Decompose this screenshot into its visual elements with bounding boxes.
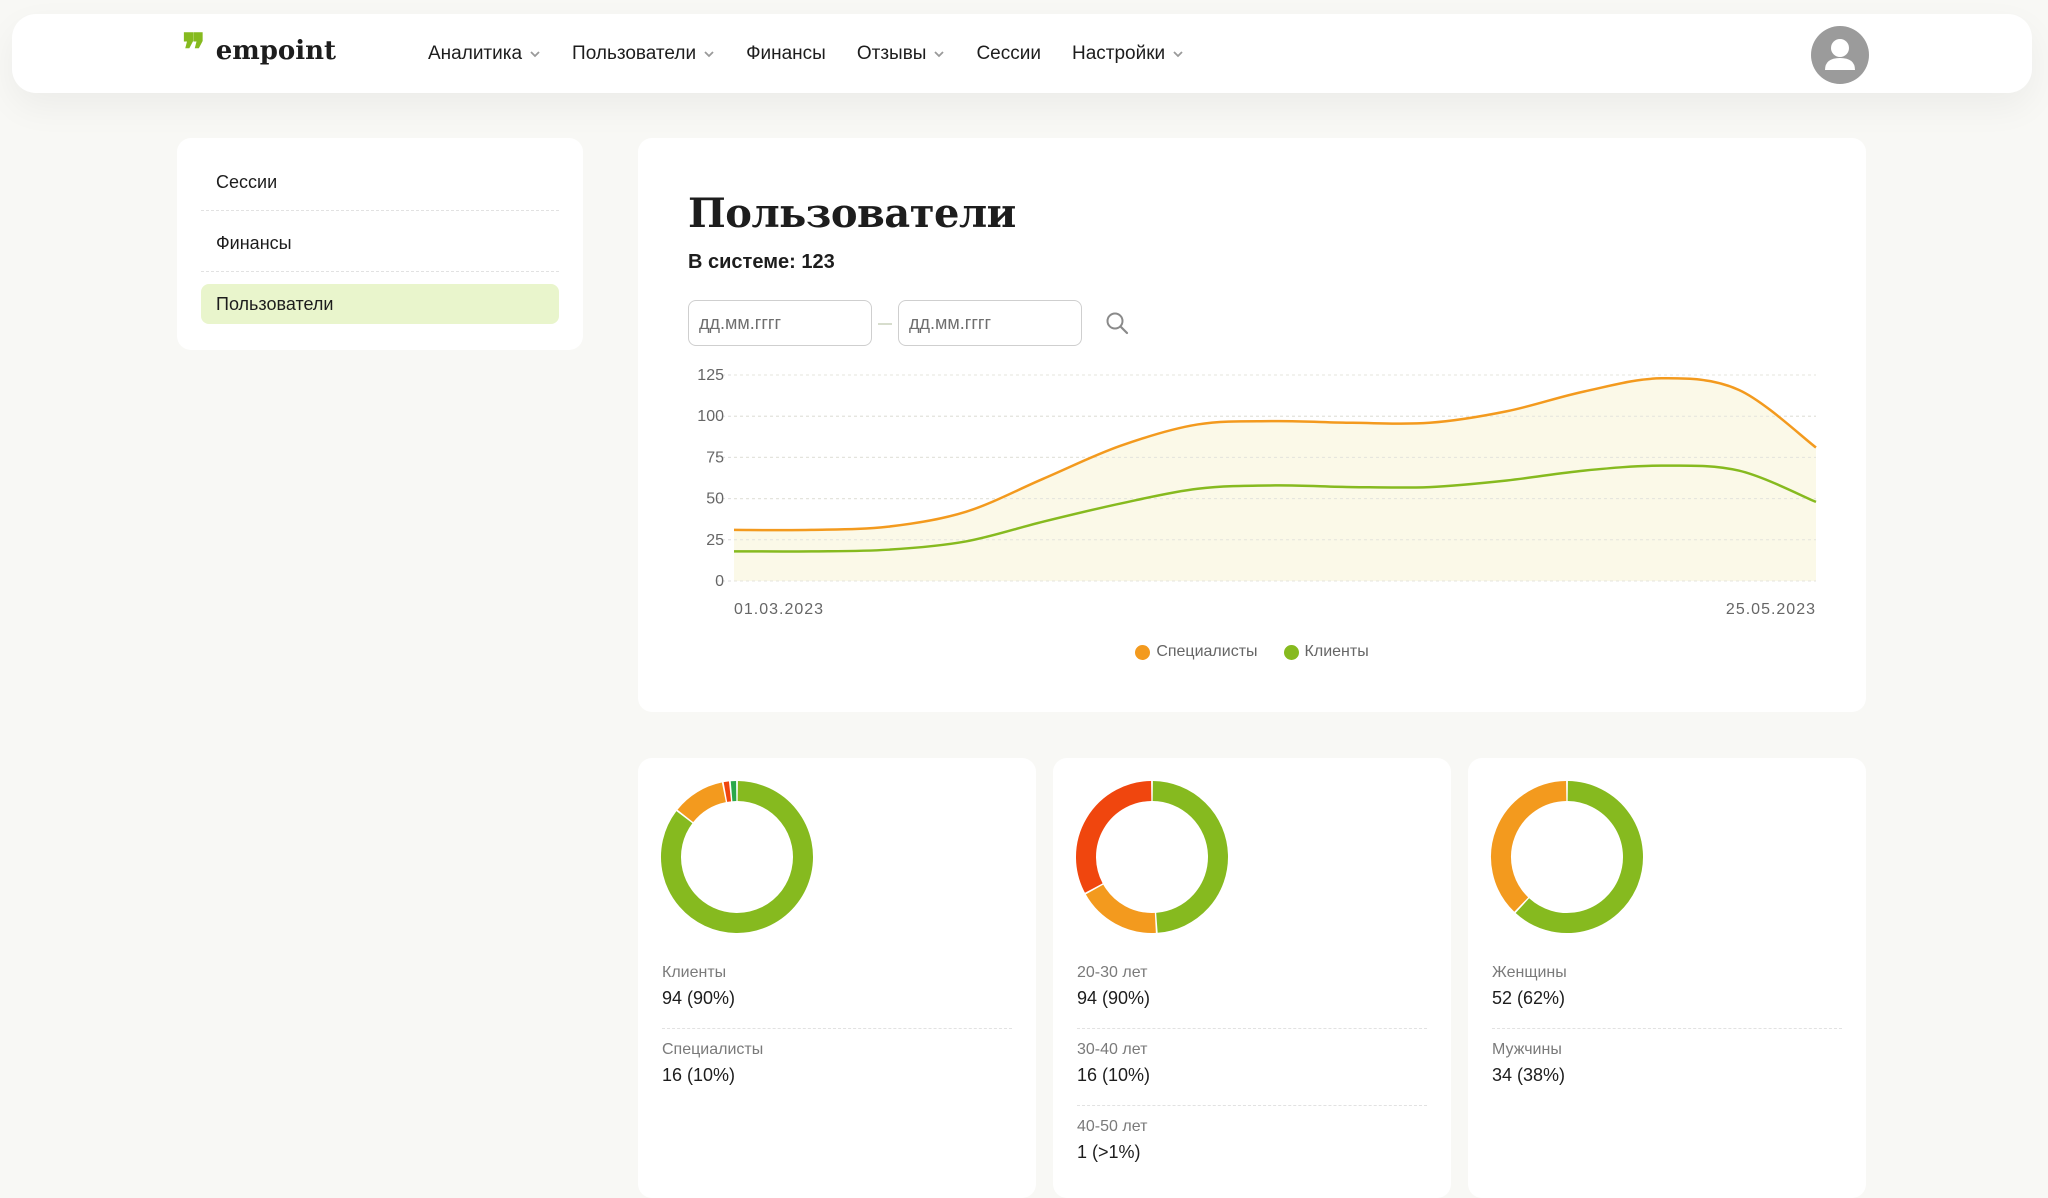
chevron-down-icon [933, 48, 945, 60]
donut-chart [1075, 780, 1229, 934]
area-fill [734, 378, 1816, 581]
logo-text: empoint [216, 36, 336, 66]
nav-item-label: Настройки [1072, 43, 1165, 65]
sidebar: Сессии Финансы Пользователи [177, 138, 583, 350]
legend-item-specialists[interactable]: Специалисты [1135, 643, 1257, 661]
nav-item-analytics[interactable]: Аналитика [428, 43, 541, 65]
divider [1492, 1028, 1842, 1029]
user-avatar-icon [1811, 26, 1869, 84]
system-user-count: В системе: 123 [688, 251, 835, 274]
stat-label: Мужчины [1492, 1041, 1842, 1063]
donut-segment [1153, 791, 1218, 923]
stat-value: 94 (90%) [662, 988, 1012, 1009]
stat-card-age: 20-30 лет 94 (90%) 30-40 лет 16 (10%) 40… [1053, 758, 1451, 1198]
donut-segment [685, 792, 724, 816]
page-title: Пользователи [688, 190, 1016, 237]
stat-value: 34 (38%) [1492, 1065, 1842, 1086]
donut-segment [1522, 791, 1633, 923]
stat-value: 16 (10%) [662, 1065, 1012, 1086]
chevron-down-icon [703, 48, 715, 60]
stat-item: Мужчины 34 (38%) [1492, 1041, 1842, 1086]
date-range-dash [878, 323, 892, 325]
legend-dot-green [1284, 645, 1299, 660]
stat-label: Клиенты [662, 964, 1012, 986]
stat-value: 94 (90%) [1077, 988, 1427, 1009]
donut-chart [1490, 780, 1644, 934]
logo-quote-icon: ❞ [182, 36, 202, 66]
stat-label: 30-40 лет [1077, 1041, 1427, 1063]
main-nav: Аналитика Пользователи Финансы Отзывы Се… [428, 14, 1215, 93]
legend-dot-orange [1135, 645, 1150, 660]
nav-item-sessions[interactable]: Сессии [976, 43, 1041, 65]
donut-chart [660, 780, 814, 934]
nav-item-label: Пользователи [572, 43, 696, 65]
stat-item: Специалисты 16 (10%) [662, 1041, 1012, 1086]
stat-card-gender: Женщины 52 (62%) Мужчины 34 (38%) [1468, 758, 1866, 1198]
nav-item-label: Отзывы [857, 43, 927, 65]
x-tick-label: 01.03.2023 [734, 601, 824, 618]
nav-item-label: Аналитика [428, 43, 522, 65]
date-from-input[interactable] [688, 300, 872, 346]
users-line-chart: 0 25 50 75 100 125 01.03.2023 25.05.2023 [638, 358, 1866, 638]
chart-legend: Специалисты Клиенты [638, 643, 1866, 661]
x-tick-label: 25.05.2023 [1726, 601, 1816, 618]
nav-item-reviews[interactable]: Отзывы [857, 43, 946, 65]
chevron-down-icon [1172, 48, 1184, 60]
nav-item-settings[interactable]: Настройки [1072, 43, 1184, 65]
y-tick-label: 25 [706, 532, 724, 549]
search-icon[interactable] [1104, 310, 1130, 336]
legend-label: Специалисты [1156, 643, 1257, 661]
stat-label: Специалисты [662, 1041, 1012, 1063]
divider [662, 1028, 1012, 1029]
users-chart-card: Пользователи В системе: 123 0 25 50 75 100 12… [638, 138, 1866, 712]
stat-item: 20-30 лет 94 (90%) [1077, 964, 1427, 1009]
y-tick-label: 125 [697, 367, 724, 384]
nav-item-users[interactable]: Пользователи [572, 43, 715, 65]
stat-item: 30-40 лет 16 (10%) [1077, 1041, 1427, 1086]
stat-label: 40-50 лет [1077, 1118, 1427, 1140]
chevron-down-icon [529, 48, 541, 60]
donut-segment [1095, 889, 1156, 923]
nav-item-label: Сессии [976, 43, 1041, 65]
legend-item-clients[interactable]: Клиенты [1284, 643, 1369, 661]
y-tick-label: 100 [697, 408, 724, 425]
donut-segment [1086, 791, 1151, 888]
stat-card-user-type: Клиенты 94 (90%) Специалисты 16 (10%) [638, 758, 1036, 1198]
divider [201, 271, 559, 272]
logo[interactable]: ❞ empoint [182, 36, 336, 66]
nav-item-finances[interactable]: Финансы [746, 43, 826, 65]
stat-value: 16 (10%) [1077, 1065, 1427, 1086]
date-to-input[interactable] [898, 300, 1082, 346]
sidebar-item-users[interactable]: Пользователи [201, 284, 559, 324]
divider [201, 210, 559, 211]
y-tick-label: 0 [715, 573, 724, 590]
divider [1077, 1028, 1427, 1029]
stat-value: 1 (>1%) [1077, 1142, 1427, 1163]
donut-segment [725, 791, 730, 792]
y-tick-label: 75 [706, 449, 724, 466]
legend-label: Клиенты [1305, 643, 1369, 661]
sidebar-item-sessions[interactable]: Сессии [201, 162, 559, 202]
sidebar-item-finances[interactable]: Финансы [201, 223, 559, 263]
top-navbar: ❞ empoint Аналитика Пользователи Финансы… [12, 14, 2032, 93]
donut-segment [1501, 791, 1566, 905]
nav-item-label: Финансы [746, 43, 826, 65]
stat-item: Женщины 52 (62%) [1492, 964, 1842, 1009]
divider [1077, 1105, 1427, 1106]
stat-item: 40-50 лет 1 (>1%) [1077, 1118, 1427, 1163]
stat-item: Клиенты 94 (90%) [662, 964, 1012, 1009]
stat-value: 52 (62%) [1492, 988, 1842, 1009]
stat-label: Женщины [1492, 964, 1842, 986]
y-tick-label: 50 [706, 491, 724, 508]
user-avatar-button[interactable] [1811, 26, 1869, 84]
stat-label: 20-30 лет [1077, 964, 1427, 986]
